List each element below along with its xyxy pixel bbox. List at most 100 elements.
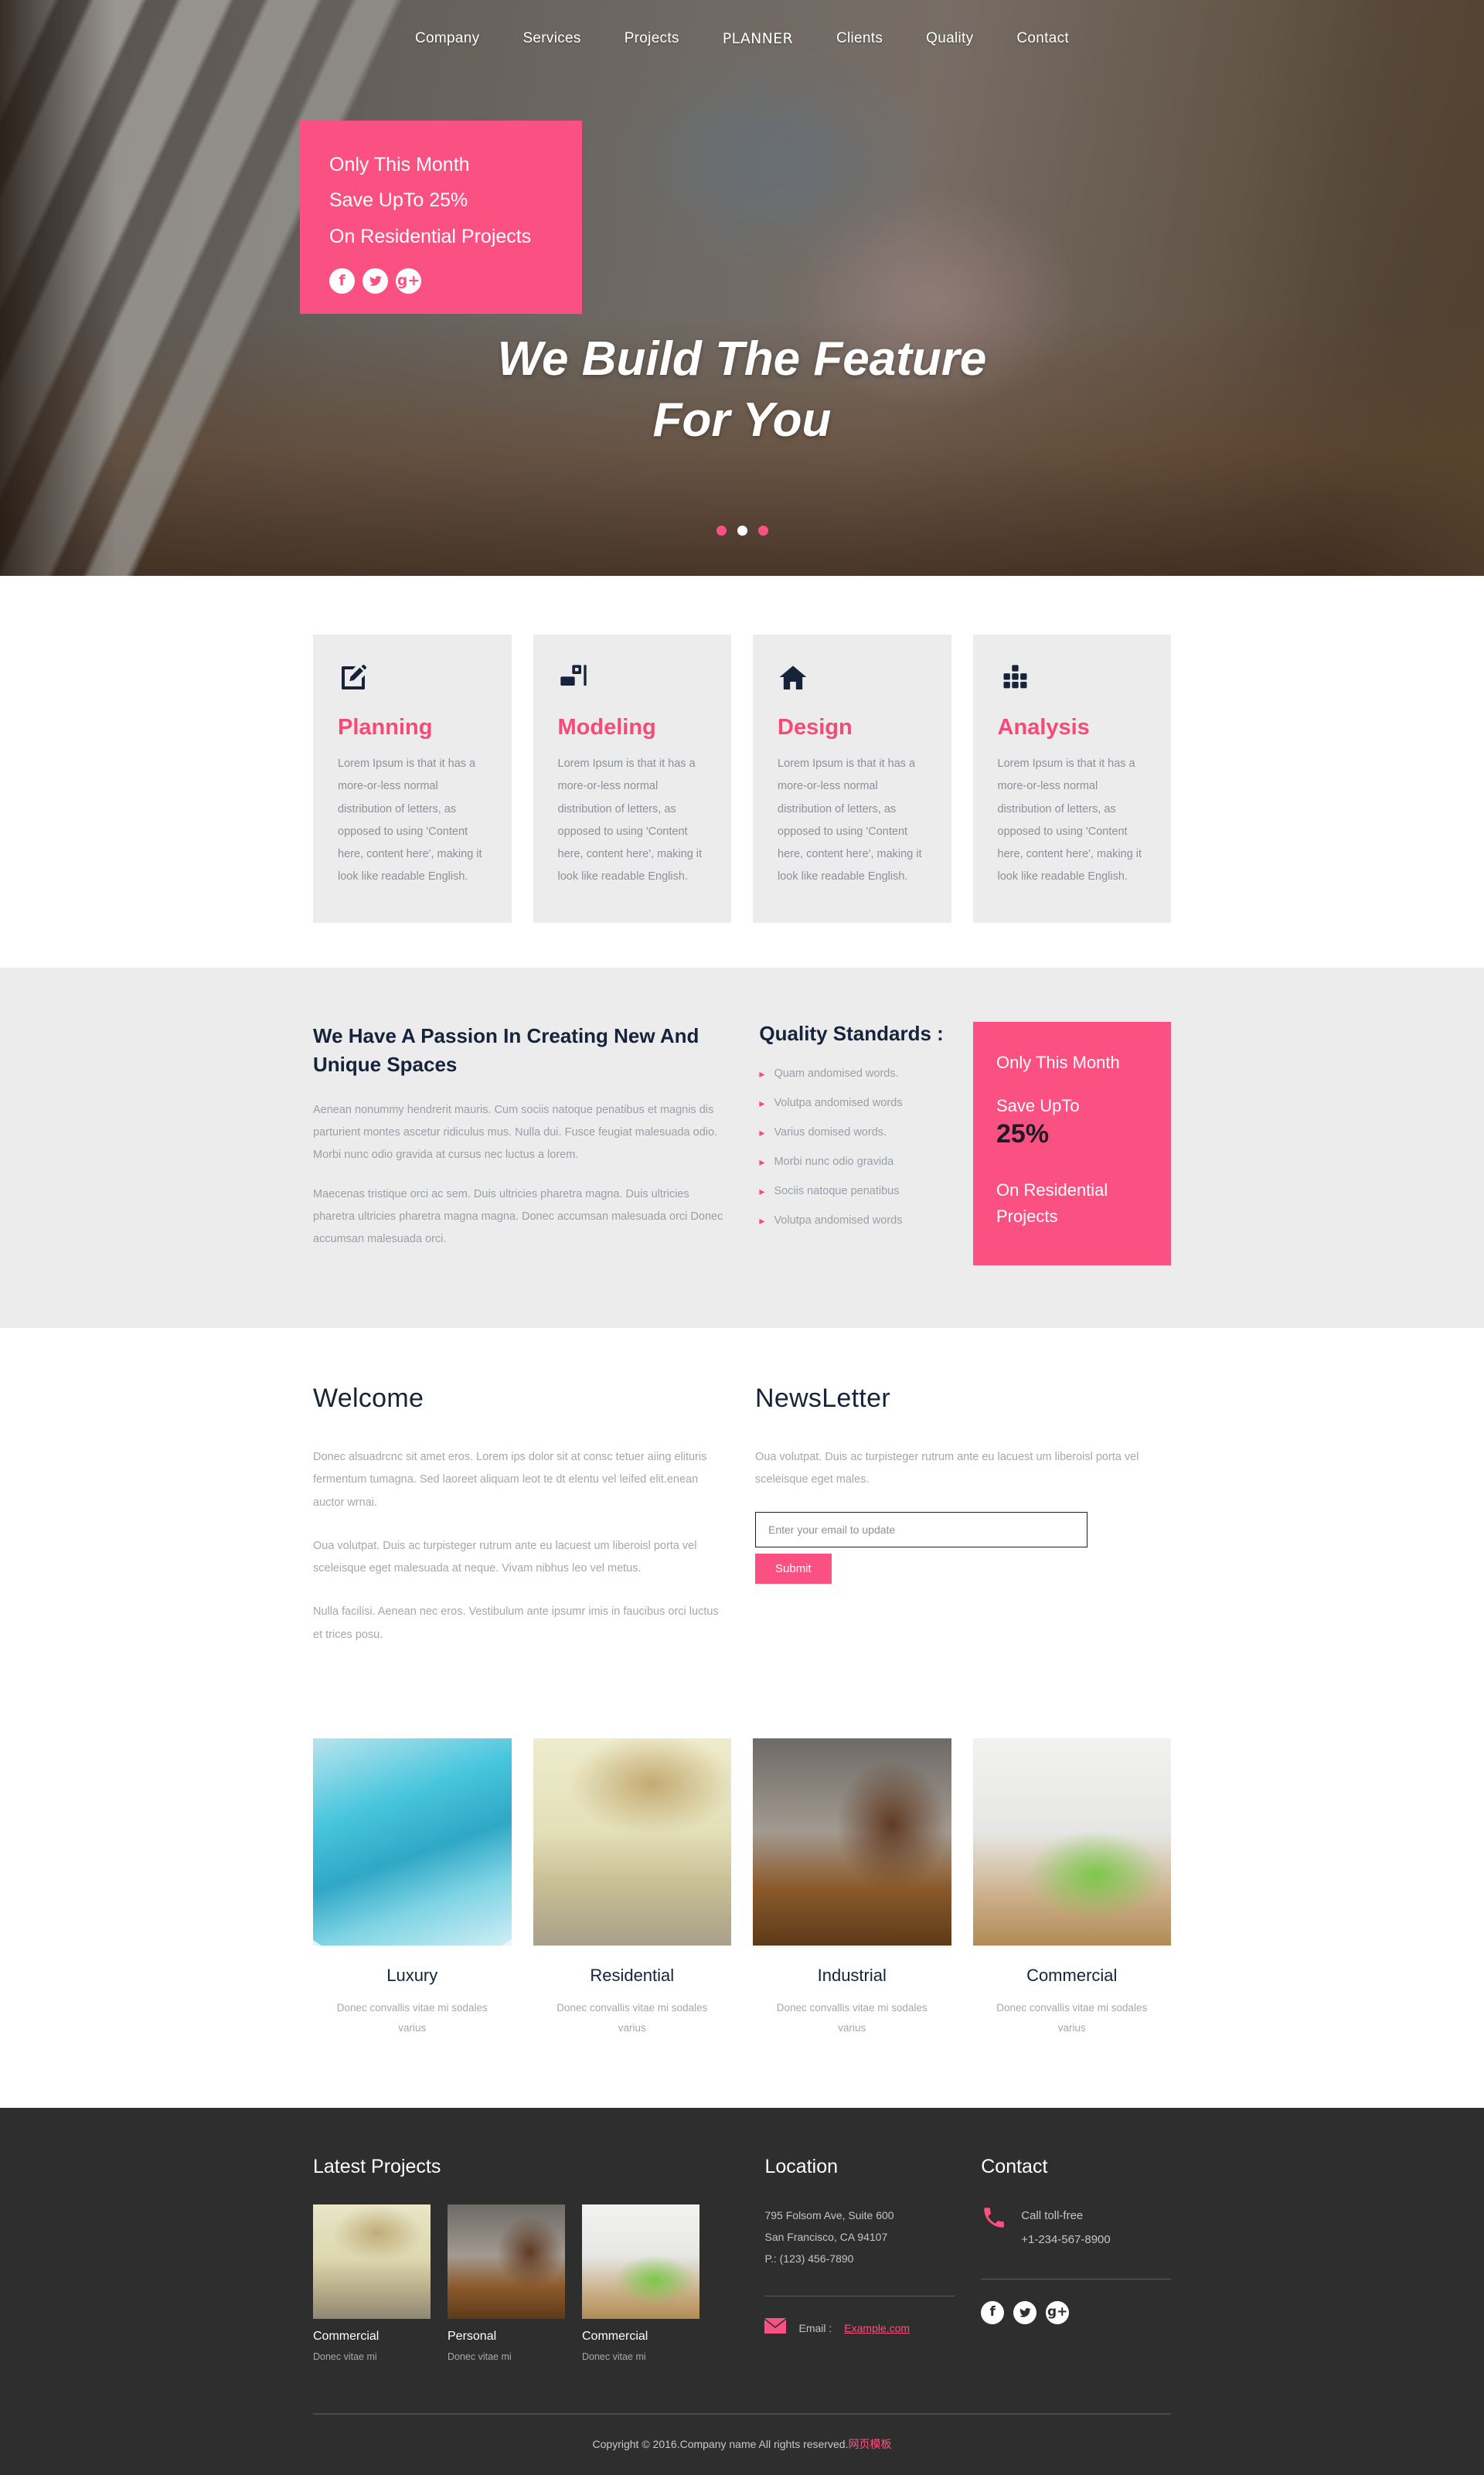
- service-title: Design: [778, 715, 853, 740]
- offer-percent: 25%: [996, 1118, 1050, 1149]
- site-footer: Latest Projects Commercial Donec vitae m…: [0, 2108, 1484, 2475]
- service-text: Lorem Ipsum is that it has a more-or-les…: [778, 757, 922, 883]
- latest-project-sub: Donec vitae mi: [448, 2351, 512, 2363]
- slider-dot-3[interactable]: [757, 526, 768, 536]
- services-section: Planning Lorem Ipsum is that it has a mo…: [0, 576, 1484, 968]
- quality-item: ▸ Sociis natoque penatibus: [759, 1185, 947, 1197]
- gallery-photo: [753, 1738, 951, 1946]
- call-toll-free-number: +1-234-567-8900: [1021, 2232, 1111, 2246]
- gallery-item-luxury[interactable]: Luxury Donec convallis vitae mi sodales …: [313, 1738, 512, 2039]
- quality-item-label: Morbi nunc odio gravida: [774, 1155, 894, 1168]
- slider-dot-2-active[interactable]: [737, 526, 747, 536]
- email-link[interactable]: Example.com: [844, 2322, 910, 2334]
- gallery-item-residential[interactable]: Residential Donec convallis vitae mi sod…: [533, 1738, 731, 2039]
- latest-projects-row: Commercial Donec vitae mi Personal Donec…: [313, 2204, 738, 2362]
- latest-projects-heading: Latest Projects: [313, 2156, 441, 2178]
- latest-project-item[interactable]: Commercial Donec vitae mi: [313, 2204, 431, 2362]
- service-text: Lorem Ipsum is that it has a more-or-les…: [557, 757, 703, 883]
- nav-item-services[interactable]: Services: [501, 30, 602, 47]
- footer-email-row: Email : Example.com: [764, 2318, 955, 2337]
- service-card-analysis[interactable]: Analysis Lorem Ipsum is that it has a mo…: [972, 635, 1171, 923]
- offer-line-3: On Residential Projects: [996, 1180, 1108, 1226]
- gallery-photo: [313, 1738, 512, 1946]
- gallery-caption: Donec convallis vitae mi sodales varius: [776, 2001, 928, 2034]
- passion-section: We Have A Passion In Creating New And Un…: [0, 967, 1484, 1328]
- welcome-column: Welcome Donec alsuadrcnc sit amet eros. …: [313, 1384, 729, 1667]
- gallery-title: Luxury: [386, 1965, 438, 1985]
- welcome-paragraph-1: Donec alsuadrcnc sit amet eros. Lorem ip…: [313, 1450, 707, 1509]
- quality-item-label: Varius domised words.: [774, 1125, 887, 1139]
- service-card-planning[interactable]: Planning Lorem Ipsum is that it has a mo…: [313, 635, 512, 923]
- quality-standards-column: Quality Standards : ▸ Quam andomised wor…: [759, 1022, 947, 1244]
- twitter-icon[interactable]: [1013, 2300, 1037, 2324]
- quality-standards-heading: Quality Standards :: [759, 1021, 944, 1045]
- newsletter-submit-button[interactable]: Submit: [755, 1553, 832, 1584]
- twitter-bird-glyph: [1019, 2307, 1031, 2317]
- quality-item-label: Volutpa andomised words: [774, 1096, 903, 1109]
- latest-project-title: Commercial: [582, 2330, 648, 2344]
- newsletter-column: NewsLetter Oua volutpat. Duis ac turpist…: [755, 1384, 1171, 1667]
- quality-item-label: Volutpa andomised words: [774, 1214, 903, 1227]
- contact-heading: Contact: [981, 2156, 1048, 2178]
- welcome-newsletter-section: Welcome Donec alsuadrcnc sit amet eros. …: [0, 1327, 1484, 1731]
- home-icon: [778, 662, 927, 703]
- phone-icon: [981, 2204, 1007, 2235]
- edit-square-icon: [338, 662, 487, 703]
- passion-paragraph-2: Maecenas tristique orci ac sem. Duis ult…: [313, 1187, 723, 1245]
- promo-line-2: Save UpTo 25%: [329, 189, 468, 212]
- nav-item-company[interactable]: Company: [393, 30, 501, 47]
- promo-social-links: f g+: [329, 267, 557, 294]
- service-title: Modeling: [557, 715, 656, 740]
- site-logo[interactable]: PLANNER: [701, 31, 815, 46]
- hero-title-line-1: We Build The Feature: [497, 332, 987, 386]
- gallery-item-industrial[interactable]: Industrial Donec convallis vitae mi soda…: [753, 1738, 951, 2039]
- slider-dot-1[interactable]: [716, 526, 727, 536]
- promo-line-1: Only This Month: [329, 154, 470, 175]
- facebook-icon[interactable]: f: [981, 2300, 1005, 2324]
- offer-line-2: Save UpTo: [996, 1095, 1080, 1115]
- arrow-right-icon: ▸: [759, 1067, 765, 1080]
- nav-item-contact[interactable]: Contact: [995, 30, 1091, 47]
- latest-project-sub: Donec vitae mi: [582, 2351, 646, 2363]
- nav-item-clients[interactable]: Clients: [815, 30, 904, 47]
- service-card-modeling[interactable]: Modeling Lorem Ipsum is that it has a mo…: [533, 635, 731, 923]
- facebook-icon[interactable]: f: [329, 267, 355, 294]
- nav-item-quality[interactable]: Quality: [904, 30, 995, 47]
- footer-contact: Contact Call toll-free +1-234-567-8900 f: [981, 2156, 1171, 2362]
- latest-project-item[interactable]: Commercial Donec vitae mi: [582, 2204, 699, 2362]
- footer-social-links: f g+: [981, 2300, 1171, 2324]
- promo-line-3: On Residential Projects: [329, 225, 532, 247]
- offer-box: Only This Month Save UpTo 25% On Residen…: [973, 1021, 1172, 1265]
- location-phone: P.: (123) 456-7890: [764, 2252, 854, 2266]
- twitter-icon[interactable]: [362, 267, 388, 294]
- nav-item-projects[interactable]: Projects: [603, 30, 701, 47]
- gallery-caption: Donec convallis vitae mi sodales varius: [996, 2001, 1148, 2034]
- gallery-caption: Donec convallis vitae mi sodales varius: [556, 2001, 708, 2034]
- service-card-design[interactable]: Design Lorem Ipsum is that it has a more…: [753, 635, 951, 923]
- newsletter-text: Oua volutpat. Duis ac turpisteger rutrum…: [755, 1450, 1139, 1486]
- quality-item-label: Quam andomised words.: [774, 1067, 899, 1080]
- latest-project-photo: [582, 2204, 699, 2320]
- gallery-section: Luxury Donec convallis vitae mi sodales …: [0, 1730, 1484, 2109]
- latest-project-title: Personal: [448, 2330, 497, 2344]
- copyright-cn-link[interactable]: 网页模板: [848, 2438, 891, 2450]
- welcome-paragraph-2: Oua volutpat. Duis ac turpisteger rutrum…: [313, 1539, 697, 1575]
- google-plus-icon[interactable]: g+: [396, 267, 421, 294]
- welcome-heading: Welcome: [313, 1383, 424, 1413]
- passion-heading: We Have A Passion In Creating New And Un…: [313, 1023, 699, 1076]
- hero-promo-box: Only This Month Save UpTo 25% On Residen…: [300, 121, 582, 314]
- location-address-line-2: San Francisco, CA 94107: [764, 2231, 888, 2244]
- latest-project-item[interactable]: Personal Donec vitae mi: [448, 2204, 565, 2362]
- newsletter-email-input[interactable]: [755, 1511, 1087, 1547]
- copyright-text: Copyright © 2016.Company name All rights…: [592, 2438, 849, 2451]
- services-card-row: Planning Lorem Ipsum is that it has a mo…: [313, 635, 1171, 923]
- gallery-item-commercial[interactable]: Commercial Donec convallis vitae mi soda…: [972, 1738, 1171, 2039]
- quality-item: ▸ Quam andomised words.: [759, 1067, 947, 1080]
- latest-project-photo: [313, 2204, 431, 2320]
- email-label: Email :: [798, 2321, 832, 2334]
- arrow-right-icon: ▸: [759, 1125, 765, 1139]
- gallery-photo: [972, 1738, 1171, 1946]
- google-plus-icon[interactable]: g+: [1046, 2300, 1070, 2324]
- service-text: Lorem Ipsum is that it has a more-or-les…: [338, 757, 482, 883]
- gallery-title: Commercial: [1026, 1965, 1118, 1985]
